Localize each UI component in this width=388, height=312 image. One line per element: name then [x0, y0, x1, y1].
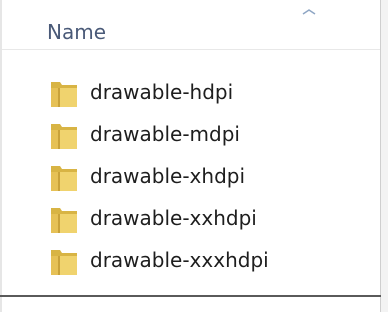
list-item[interactable]: drawable-hdpi: [48, 76, 368, 118]
folder-icon: [51, 250, 77, 275]
file-name: drawable-xxhdpi: [90, 206, 257, 230]
folder-icon: [51, 82, 77, 107]
file-name: drawable-hdpi: [90, 80, 234, 104]
list-item[interactable]: drawable-mdpi: [48, 118, 368, 160]
list-item[interactable]: drawable-xhdpi: [48, 160, 368, 202]
scrollbar-edge[interactable]: [380, 0, 388, 312]
list-item[interactable]: drawable-xxhdpi: [48, 202, 368, 244]
file-explorer-window: Name drawable-hdpi drawable-mdpi drawabl…: [0, 0, 388, 312]
file-name: drawable-mdpi: [90, 122, 240, 146]
column-header-name[interactable]: Name: [2, 0, 380, 50]
file-name: drawable-xxxhdpi: [90, 248, 269, 272]
list-item[interactable]: drawable-xxxhdpi: [48, 244, 368, 286]
folder-icon: [51, 208, 77, 233]
folder-icon: [51, 166, 77, 191]
folder-icon: [51, 124, 77, 149]
column-header-label: Name: [47, 20, 107, 44]
file-name: drawable-xhdpi: [90, 164, 246, 188]
window-bottom-border: [0, 295, 381, 297]
sort-ascending-icon: [302, 9, 316, 15]
file-list: drawable-hdpi drawable-mdpi drawable-xhd…: [48, 76, 368, 286]
